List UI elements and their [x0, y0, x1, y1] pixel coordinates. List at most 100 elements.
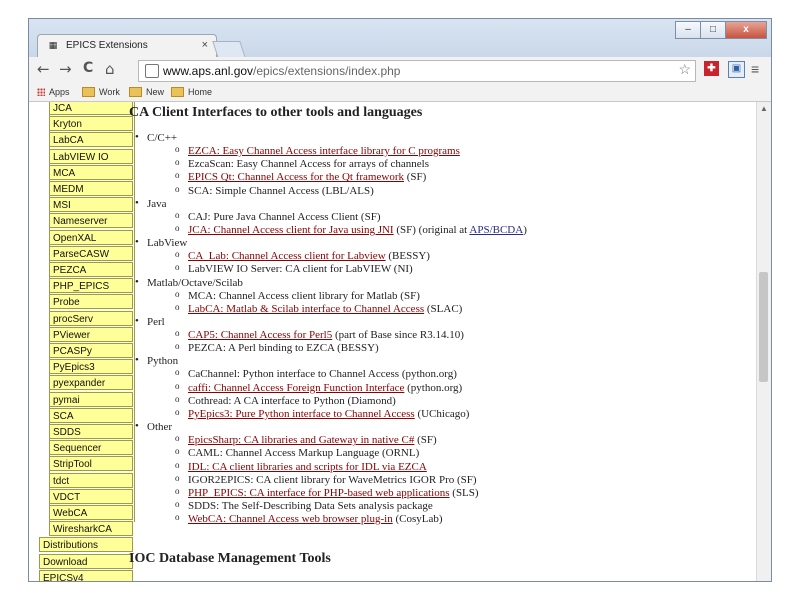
vertical-scrollbar[interactable]: ▲: [756, 102, 771, 581]
extension-icon-blue[interactable]: ▣: [728, 61, 745, 78]
list-item: CAJ: Pure Java Channel Access Client (SF…: [175, 210, 381, 223]
list-item: IGOR2EPICS: CA client library for WaveMe…: [175, 473, 477, 486]
sidebar-item[interactable]: pymai: [49, 391, 133, 407]
sidebar-item[interactable]: MSI: [49, 197, 133, 213]
list-item: EPICS Qt: Channel Access for the Qt fram…: [175, 170, 426, 183]
sidebar-item[interactable]: WiresharkCA: [49, 521, 133, 537]
back-icon[interactable]: ←: [37, 60, 50, 78]
sidebar-item[interactable]: MEDM: [49, 181, 133, 196]
list-item: LabCA: Matlab & Scilab interface to Chan…: [175, 302, 463, 315]
bookmark-new[interactable]: New: [129, 87, 164, 97]
close-tab-icon[interactable]: ×: [202, 39, 208, 51]
list-item: PHP_EPICS: CA interface for PHP-based we…: [175, 486, 479, 499]
folder-icon: [171, 87, 184, 97]
item-note: (part of Base since R3.14.10): [332, 329, 464, 341]
minimize-button[interactable]: –: [675, 21, 701, 39]
bookmark-star-icon[interactable]: ☆: [678, 61, 691, 78]
list-item: CA_Lab: Channel Access client for Labvie…: [175, 249, 430, 262]
section-heading-ioc-db: IOC Database Management Tools: [129, 551, 331, 566]
bookmark-home[interactable]: Home: [171, 87, 212, 97]
bookmark-apps[interactable]: Apps: [37, 87, 70, 97]
extension-link[interactable]: EpicsSharp: CA libraries and Gateway in …: [188, 434, 414, 446]
list-item: JCA: Channel Access client for Java usin…: [175, 223, 527, 236]
item-note: IGOR2EPICS: CA client library for WaveMe…: [188, 473, 477, 486]
sidebar-item[interactable]: Download: [39, 553, 133, 569]
folder-icon: [129, 87, 142, 97]
sidebar-item[interactable]: PEZCA: [49, 262, 133, 277]
sidebar-item[interactable]: Probe: [49, 294, 133, 310]
sidebar-item[interactable]: WebCA: [49, 505, 133, 520]
item-note: CaChannel: Python interface to Channel A…: [188, 368, 457, 381]
maximize-button[interactable]: □: [700, 21, 726, 39]
sidebar-item[interactable]: Nameserver: [49, 213, 133, 229]
item-note: SCA: Simple Channel Access (LBL/ALS): [188, 184, 374, 197]
home-icon[interactable]: ⌂: [105, 60, 115, 78]
extension-link[interactable]: EPICS Qt: Channel Access for the Qt fram…: [188, 171, 404, 183]
list-item: PyEpics3: Pure Python interface to Chann…: [175, 407, 470, 420]
item-note: (SLAC): [424, 302, 463, 315]
page-heading: CA Client Interfaces to other tools and …: [129, 105, 423, 120]
sidebar-item[interactable]: PHP_EPICS: [49, 278, 133, 294]
sidebar-item[interactable]: JCA: [49, 102, 133, 115]
extension-link[interactable]: PyEpics3: Pure Python interface to Chann…: [188, 408, 415, 420]
bookmark-work[interactable]: Work: [82, 87, 120, 97]
sidebar-item[interactable]: LabCA: [49, 132, 133, 148]
scrollbar-thumb[interactable]: [759, 272, 768, 382]
extension-icon-red[interactable]: ✚: [704, 61, 719, 76]
site-favicon-icon: ▦: [48, 41, 58, 51]
address-bar[interactable]: www.aps.anl.gov/epics/extensions/index.p…: [138, 60, 696, 82]
extension-link[interactable]: caffi: Channel Access Foreign Function I…: [188, 382, 404, 394]
tab-title: EPICS Extensions: [66, 40, 148, 51]
extension-link[interactable]: PHP_EPICS: CA interface for PHP-based we…: [188, 487, 450, 499]
sidebar-item[interactable]: PyEpics3: [49, 359, 133, 375]
sidebar-item[interactable]: Kryton: [49, 116, 133, 132]
sidebar-item[interactable]: SDDS: [49, 424, 133, 439]
sidebar-item[interactable]: StripTool: [49, 456, 133, 472]
sidebar-item[interactable]: Distributions: [39, 537, 133, 553]
sidebar-item[interactable]: VDCT: [49, 488, 133, 504]
forward-icon[interactable]: →: [59, 60, 72, 78]
extension-link[interactable]: EZCA: Easy Channel Access interface libr…: [188, 145, 460, 157]
item-note: EzcaScan: Easy Channel Access for arrays…: [188, 158, 429, 171]
category-heading: Python: [135, 354, 178, 367]
list-item: CaChannel: Python interface to Channel A…: [175, 367, 457, 381]
sidebar-item[interactable]: PViewer: [49, 326, 133, 342]
sidebar-item[interactable]: ParseCASW: [49, 245, 133, 261]
sidebar-item[interactable]: MCA: [49, 164, 133, 180]
sidebar-item[interactable]: Sequencer: [49, 440, 133, 456]
extension-link[interactable]: CA_Lab: Channel Access client for Labvie…: [188, 250, 386, 262]
extension-link[interactable]: LabCA: Matlab & Scilab interface to Chan…: [188, 303, 424, 315]
close-window-button[interactable]: x: [725, 21, 767, 39]
page-content: JCA Kryton LabCA LabVIEW IO MCA MEDM MSI Namese…: [29, 102, 771, 581]
sidebar-item[interactable]: PCASPy: [49, 343, 133, 358]
list-item: WebCA: Channel Access web browser plug-i…: [175, 512, 442, 525]
item-note: CAML: Channel Access Markup Language (OR…: [188, 447, 420, 460]
reload-icon[interactable]: C: [83, 60, 93, 76]
sidebar-item[interactable]: EPICSv4: [39, 569, 133, 581]
list-item: EpicsSharp: CA libraries and Gateway in …: [175, 433, 437, 447]
extension-link[interactable]: IDL: CA client libraries and scripts for…: [188, 461, 427, 473]
sidebar-item[interactable]: LabVIEW IO: [49, 148, 133, 164]
item-note: Cothread: A CA interface to Python (Diam…: [188, 394, 396, 407]
list-item: SCA: Simple Channel Access (LBL/ALS): [175, 184, 374, 197]
menu-icon[interactable]: ≡: [751, 61, 759, 77]
extension-link[interactable]: CAP5: Channel Access for Perl5: [188, 329, 332, 341]
secondary-link[interactable]: APS/BCDA: [469, 224, 523, 236]
item-note: (UChicago): [414, 408, 470, 420]
new-tab-button[interactable]: [212, 41, 246, 58]
item-note: (python.org): [404, 381, 463, 394]
item-note: (SF): [414, 434, 437, 447]
sidebar-item[interactable]: OpenXAL: [49, 229, 133, 245]
scroll-up-icon[interactable]: ▲: [760, 104, 768, 113]
sidebar-item[interactable]: procServ: [49, 310, 133, 326]
category-heading: Perl: [135, 315, 165, 328]
tab-epics-extensions[interactable]: ▦ EPICS Extensions ×: [37, 34, 217, 59]
extension-link[interactable]: JCA: Channel Access client for Java usin…: [188, 224, 394, 236]
sidebar-item[interactable]: SCA: [49, 407, 133, 423]
category-heading: Other: [135, 420, 172, 433]
list-item: caffi: Channel Access Foreign Function I…: [175, 381, 463, 394]
sidebar-item[interactable]: pyexpander: [49, 375, 133, 391]
sidebar-item[interactable]: tdct: [49, 472, 133, 488]
item-note: SDDS: The Self-Describing Data Sets anal…: [188, 500, 433, 513]
extension-link[interactable]: WebCA: Channel Access web browser plug-i…: [188, 513, 393, 525]
